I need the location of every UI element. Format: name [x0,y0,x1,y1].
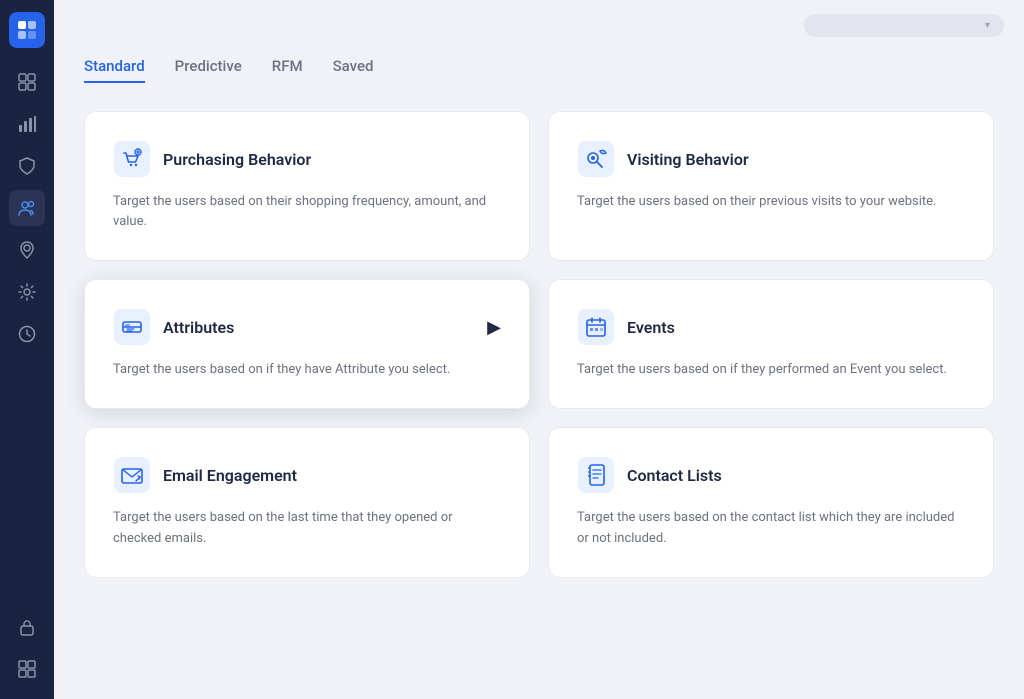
cursor-icon: ▶ [487,317,501,338]
card-header: Visiting Behavior [577,140,965,178]
card-description: Target the users based on the last time … [113,508,501,548]
tab-rfm[interactable]: RFM [272,57,303,83]
sidebar-item-clock[interactable] [9,316,45,352]
sidebar-logo[interactable] [9,12,45,48]
card-description: Target the users based on if they have A… [113,360,501,380]
card-description: Target the users based on if they perfor… [577,360,965,380]
card-attributes[interactable]: Attributes ▶ Target the users based on i… [84,279,530,409]
sidebar-item-segments[interactable] [9,190,45,226]
card-description: Target the users based on the contact li… [577,508,965,548]
topbar: ▾ [54,0,1024,37]
topbar-dropdown[interactable]: ▾ [804,14,1004,37]
sidebar-item-settings[interactable] [9,274,45,310]
sidebar-item-shield[interactable] [9,148,45,184]
tabs-container: Standard Predictive RFM Saved [84,57,994,83]
card-visiting-behavior[interactable]: Visiting Behavior Target the users based… [548,111,994,261]
main-content: ▾ Standard Predictive RFM Saved [54,0,1024,699]
card-contact-lists[interactable]: Contact Lists Target the users based on … [548,427,994,577]
card-title: Visiting Behavior [627,150,749,169]
card-title: Purchasing Behavior [163,150,311,169]
visiting-behavior-icon [577,140,615,178]
purchasing-behavior-icon [113,140,151,178]
card-email-engagement[interactable]: Email Engagement Target the users based … [84,427,530,577]
card-header: Attributes ▶ [113,308,501,346]
sidebar-item-grid[interactable] [9,651,45,687]
cards-grid: Purchasing Behavior Target the users bas… [84,111,994,578]
card-header: Events [577,308,965,346]
card-title: Email Engagement [163,466,297,485]
card-description: Target the users based on their shopping… [113,192,501,232]
email-engagement-icon [113,456,151,494]
tab-standard[interactable]: Standard [84,57,145,83]
card-description: Target the users based on their previous… [577,192,965,212]
card-events[interactable]: Events Target the users based on if they… [548,279,994,409]
page-content: Standard Predictive RFM Saved [54,37,1024,699]
tab-predictive[interactable]: Predictive [175,57,242,83]
card-title: Events [627,318,675,337]
attributes-icon [113,308,151,346]
sidebar-item-location[interactable] [9,232,45,268]
sidebar-item-lock[interactable] [9,609,45,645]
card-header: Purchasing Behavior [113,140,501,178]
card-header: Email Engagement [113,456,501,494]
sidebar [0,0,54,699]
card-purchasing-behavior[interactable]: Purchasing Behavior Target the users bas… [84,111,530,261]
contact-lists-icon [577,456,615,494]
chevron-down-icon: ▾ [985,20,990,31]
card-title: Contact Lists [627,466,722,485]
sidebar-item-analytics[interactable] [9,106,45,142]
card-header: Contact Lists [577,456,965,494]
card-title: Attributes [163,318,234,337]
tab-saved[interactable]: Saved [333,57,374,83]
sidebar-item-dashboard[interactable] [9,64,45,100]
events-icon [577,308,615,346]
